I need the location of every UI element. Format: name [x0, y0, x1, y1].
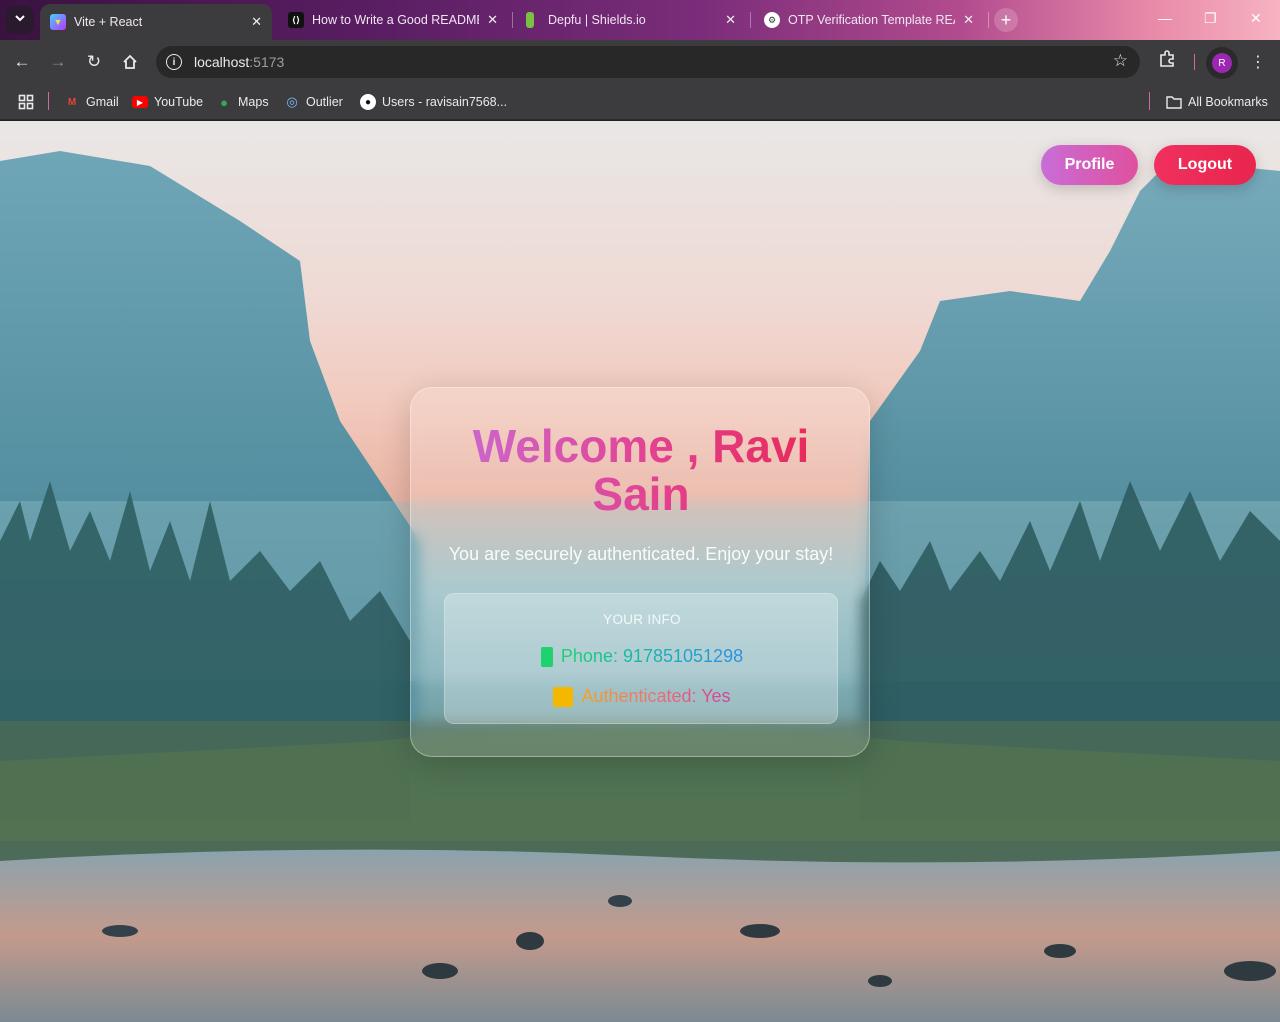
logout-button[interactable]: Logout — [1154, 145, 1256, 185]
forward-icon[interactable]: → — [46, 50, 70, 74]
tab-title: Depfu | Shields.io — [548, 13, 646, 27]
info-title: YOUR INFO — [603, 612, 681, 627]
profile-avatar[interactable]: R — [1206, 47, 1238, 79]
all-bookmarks-label: All Bookmarks — [1188, 95, 1268, 109]
tab-readme[interactable]: ⟨⟩ How to Write a Good README ✕ — [278, 6, 508, 34]
bookmarks-bar: M Gmail ▶ YouTube ● Maps ◎ Outlier ● Use… — [0, 84, 1280, 120]
address-url: localhost:5173 — [194, 54, 284, 70]
gmail-icon: M — [67, 96, 77, 108]
user-info-box: YOUR INFO Phone: 917851051298 Authentica… — [444, 593, 838, 724]
close-icon[interactable]: ✕ — [725, 12, 736, 28]
chatgpt-icon: ⚙ — [764, 12, 780, 28]
tab-otp-template[interactable]: ⚙ OTP Verification Template READ ✕ — [754, 6, 984, 34]
bookmarks-separator — [1149, 92, 1150, 110]
folder-icon — [1166, 94, 1182, 110]
phone-icon — [540, 646, 553, 667]
bookmark-users[interactable]: ● Users - ravisain7568... — [360, 92, 507, 112]
back-icon[interactable]: ← — [10, 50, 34, 74]
authenticated-text: Authenticated: Yes — [581, 686, 731, 706]
vite-icon: ▼ — [50, 14, 66, 30]
bookmark-label: Gmail — [86, 95, 119, 109]
url-host: localhost — [194, 54, 250, 70]
maps-icon: ● — [220, 94, 228, 110]
close-icon[interactable]: ✕ — [487, 12, 498, 28]
bookmarks-separator — [48, 92, 49, 110]
url-port: :5173 — [249, 54, 285, 70]
profile-button[interactable]: Profile — [1041, 145, 1138, 185]
address-bar[interactable]: i localhost:5173 ☆ — [156, 46, 1140, 78]
more-menu-icon[interactable]: ⋮ — [1250, 52, 1266, 72]
bookmark-star-icon[interactable]: ☆ — [1113, 51, 1128, 71]
bookmark-label: Outlier — [306, 95, 343, 109]
tab-vite-react[interactable]: ▼ Vite + React ✕ — [40, 4, 272, 40]
chevron-down-icon — [14, 11, 26, 29]
outlier-icon: ◎ — [286, 94, 298, 109]
welcome-subtitle: You are securely authenticated. Enjoy yo… — [448, 544, 834, 564]
youtube-icon: ▶ — [132, 96, 148, 108]
bookmark-youtube[interactable]: ▶ YouTube — [132, 92, 203, 112]
close-icon[interactable]: ✕ — [251, 14, 262, 30]
authenticated-row: Authenticated: Yes — [445, 686, 839, 707]
welcome-card: Welcome , Ravi Sain You are securely aut… — [410, 387, 870, 757]
toolbar-separator — [1194, 54, 1195, 70]
page-viewport: Profile Logout Welcome , Ravi Sain You a… — [0, 121, 1280, 1022]
new-tab-button[interactable]: + — [994, 8, 1018, 32]
site-info-icon[interactable]: i — [166, 54, 182, 70]
auth-status-icon — [553, 686, 574, 707]
tab-separator — [512, 12, 513, 28]
daily-dev-icon: ⟨⟩ — [288, 12, 304, 28]
close-window-icon[interactable]: ✕ — [1250, 10, 1262, 27]
tab-title: How to Write a Good README — [312, 13, 480, 27]
github-icon: ● — [360, 94, 376, 110]
tab-strip: ▼ Vite + React ✕ ⟨⟩ How to Write a Good … — [0, 0, 1280, 40]
tab-separator — [750, 12, 751, 28]
phone-row: Phone: 917851051298 — [445, 646, 839, 667]
plus-icon: + — [1000, 9, 1012, 30]
tab-title: Vite + React — [74, 15, 143, 29]
restore-icon[interactable]: ❐ — [1204, 10, 1217, 27]
bookmark-gmail[interactable]: M Gmail — [64, 92, 119, 112]
tab-separator — [988, 12, 989, 28]
all-bookmarks[interactable]: All Bookmarks — [1166, 92, 1268, 112]
close-icon[interactable]: ✕ — [963, 12, 974, 28]
bookmark-label: Maps — [238, 95, 269, 109]
browser-toolbar: ← → ↻ i localhost:5173 ☆ — [0, 40, 1280, 84]
extensions-icon[interactable] — [1158, 50, 1176, 73]
apps-grid-icon[interactable] — [18, 92, 34, 112]
bookmark-label: Users - ravisain7568... — [382, 95, 508, 109]
bookmark-label: YouTube — [154, 95, 204, 109]
bookmark-maps[interactable]: ● Maps — [216, 92, 269, 112]
tab-search-button[interactable] — [6, 6, 34, 34]
home-icon[interactable] — [118, 50, 142, 74]
avatar-initial: R — [1212, 53, 1232, 73]
reload-icon[interactable]: ↻ — [82, 50, 106, 74]
bookmark-outlier[interactable]: ◎ Outlier — [284, 92, 343, 112]
welcome-heading: Welcome , Ravi Sain — [431, 422, 851, 518]
phone-text: Phone: 917851051298 — [560, 646, 744, 666]
tab-shields[interactable]: Depfu | Shields.io ✕ — [516, 6, 746, 34]
tab-title: OTP Verification Template READ — [788, 13, 956, 27]
minimize-icon[interactable]: — — [1158, 10, 1172, 26]
shields-icon — [526, 12, 534, 28]
